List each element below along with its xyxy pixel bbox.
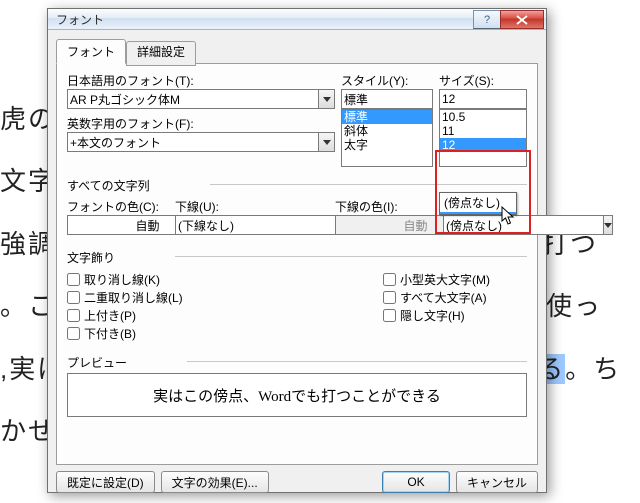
list-item[interactable]: 11 bbox=[440, 124, 526, 138]
en-font-combo[interactable] bbox=[67, 132, 335, 152]
text-effects-button[interactable]: 文字の効果(E)... bbox=[161, 471, 269, 493]
label-en-font: 英数字用のフォント(F): bbox=[67, 115, 335, 132]
group-effects: 文字飾り bbox=[67, 245, 115, 268]
label-underline-color: 下線の色(I): bbox=[335, 198, 433, 215]
help-button[interactable]: ? bbox=[473, 10, 501, 29]
style-listbox[interactable]: 標準 斜体 太字 bbox=[341, 109, 433, 167]
cancel-button[interactable]: キャンセル bbox=[456, 471, 538, 493]
label-font-color: フォントの色(C): bbox=[67, 198, 165, 215]
chk-strike[interactable]: 取り消し線(K) bbox=[67, 270, 377, 288]
label-jp-font: 日本語用のフォント(T): bbox=[67, 72, 335, 89]
font-dialog: フォント ? フォント 詳細設定 日本語用のフォント(T): 英数字用のフォント… bbox=[47, 8, 547, 493]
label-underline: 下線(U): bbox=[175, 198, 325, 215]
underline-combo[interactable] bbox=[175, 215, 325, 235]
underline-color-combo[interactable] bbox=[335, 215, 433, 235]
close-button[interactable] bbox=[500, 10, 544, 29]
group-preview: プレビュー bbox=[67, 350, 127, 373]
emphasis-value[interactable] bbox=[443, 215, 603, 235]
label-size: サイズ(S): bbox=[439, 72, 527, 89]
preview-text: 実はこの傍点、Wordでも打つことができる bbox=[153, 385, 441, 406]
jp-font-dropdown-button[interactable] bbox=[318, 89, 335, 109]
list-item[interactable]: 標準 bbox=[342, 110, 432, 124]
list-item[interactable]: 12 bbox=[440, 138, 526, 152]
underline-value[interactable] bbox=[175, 215, 335, 235]
tab-advanced[interactable]: 詳細設定 bbox=[126, 41, 196, 66]
chk-double-strike[interactable]: 二重取り消し線(L) bbox=[67, 288, 377, 306]
button-bar: 既定に設定(D) 文字の効果(E)... OK キャンセル bbox=[48, 465, 546, 499]
ok-button[interactable]: OK bbox=[382, 471, 450, 493]
label-style: スタイル(Y): bbox=[341, 72, 433, 89]
chk-superscript[interactable]: 上付き(P) bbox=[67, 306, 377, 324]
emphasis-combo[interactable] bbox=[443, 215, 531, 235]
chk-hidden[interactable]: 隠し文字(H) bbox=[383, 306, 490, 324]
group-all-text: すべての文字列 bbox=[67, 173, 150, 196]
set-default-button[interactable]: 既定に設定(D) bbox=[56, 471, 155, 493]
en-font-dropdown-button[interactable] bbox=[318, 132, 335, 152]
list-item[interactable]: 太字 bbox=[342, 138, 432, 152]
list-item[interactable]: 斜体 bbox=[342, 124, 432, 138]
chk-smallcaps[interactable]: 小型英大文字(M) bbox=[383, 270, 490, 288]
dialog-title: フォント bbox=[56, 11, 104, 28]
emphasis-dropdown-button[interactable] bbox=[603, 215, 613, 235]
tab-font[interactable]: フォント bbox=[56, 39, 126, 64]
size-listbox[interactable]: 10.5 11 12 bbox=[439, 109, 527, 167]
titlebar[interactable]: フォント ? bbox=[48, 9, 546, 30]
size-input[interactable] bbox=[439, 89, 527, 109]
preview-box: 実はこの傍点、Wordでも打つことができる bbox=[67, 373, 527, 417]
list-item[interactable]: 10.5 bbox=[440, 110, 526, 124]
jp-font-combo[interactable] bbox=[67, 89, 335, 109]
chk-allcaps[interactable]: すべて大文字(A) bbox=[383, 288, 490, 306]
font-color-combo[interactable] bbox=[67, 215, 165, 235]
cursor-icon bbox=[501, 206, 517, 228]
jp-font-input[interactable] bbox=[67, 89, 318, 109]
tab-panel: 日本語用のフォント(T): 英数字用のフォント(F): スタイル(Y): bbox=[56, 63, 538, 465]
en-font-input[interactable] bbox=[67, 132, 318, 152]
chk-subscript[interactable]: 下付き(B) bbox=[67, 324, 377, 342]
style-input[interactable] bbox=[341, 89, 433, 109]
